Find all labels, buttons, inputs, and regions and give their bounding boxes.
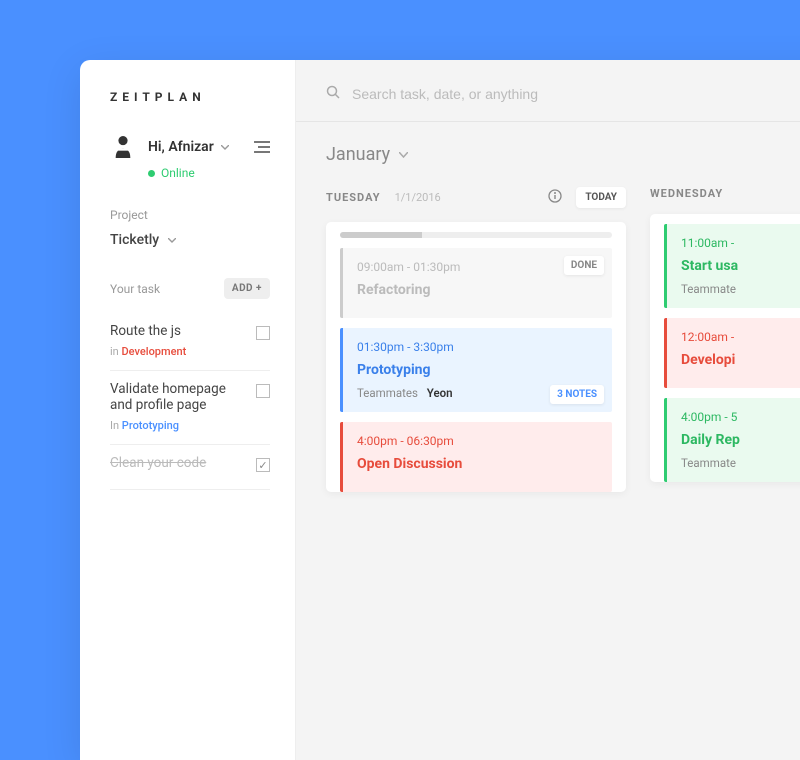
status-text: Online — [161, 166, 195, 180]
task-card[interactable]: 09:00am - 01:30pm Refactoring DONE — [340, 248, 612, 318]
task-meta: In Prototyping — [110, 419, 246, 432]
day-columns: TUESDAY 1/1/2016 TODAY 09:00am - 01:30pm Ref… — [326, 187, 800, 502]
card-title: Start usa — [681, 258, 800, 274]
card-title: Daily Rep — [681, 432, 800, 448]
tasks-label: Your task — [110, 282, 160, 296]
card-badge-notes[interactable]: 3 NOTES — [550, 385, 604, 404]
content: January TUESDAY 1/1/2016 TODAY 09:00am - 01… — [296, 122, 800, 502]
task-card[interactable]: 4:00pm - 06:30pm Open Discussion — [340, 422, 612, 492]
app-shell: ZEITPLAN Hi, Afnizar Online Project — [80, 60, 800, 760]
chevron-down-icon — [167, 235, 177, 245]
task-item[interactable]: Route the js in Development — [110, 313, 270, 371]
card-teammates: Teammate — [681, 282, 800, 296]
day-column: TUESDAY 1/1/2016 TODAY 09:00am - 01:30pm Ref… — [326, 187, 626, 502]
person-icon — [112, 134, 134, 160]
task-title: Route the js — [110, 323, 246, 339]
card-time: 01:30pm - 3:30pm — [357, 340, 598, 354]
task-meta: in Development — [110, 345, 246, 358]
task-card[interactable]: 12:00am - Developi — [664, 318, 800, 388]
day-name: TUESDAY — [326, 191, 381, 204]
search-icon — [326, 85, 340, 103]
task-card[interactable]: 01:30pm - 3:30pmPrototypingTeammates Yeo… — [340, 328, 612, 412]
month-selector[interactable]: January — [326, 144, 800, 165]
sidebar: ZEITPLAN Hi, Afnizar Online Project — [80, 60, 296, 760]
task-card[interactable]: 4:00pm - 5 Daily Rep Teammate — [664, 398, 800, 482]
cards-box: 09:00am - 01:30pm Refactoring DONE 01:30pm … — [326, 222, 626, 492]
task-card[interactable]: 11:00am - Start usa Teammate — [664, 224, 800, 308]
search-input[interactable] — [352, 86, 652, 102]
task-checkbox[interactable] — [256, 326, 270, 340]
card-time: 11:00am - — [681, 236, 800, 250]
avatar — [110, 134, 136, 160]
main-area: January TUESDAY 1/1/2016 TODAY 09:00am - 01… — [296, 60, 800, 760]
progress-bar — [340, 232, 612, 238]
task-checkbox[interactable]: ✓ — [256, 458, 270, 472]
task-list: Route the js in Development Validate homep… — [110, 313, 270, 490]
card-time: 09:00am - 01:30pm — [357, 260, 598, 274]
day-date: 1/1/2016 — [395, 191, 441, 204]
card-title: Open Discussion — [357, 456, 598, 472]
menu-icon[interactable] — [254, 137, 270, 158]
card-badge-done: DONE — [564, 256, 604, 275]
card-title: Developi — [681, 352, 800, 368]
task-title: Validate homepage and profile page — [110, 381, 246, 413]
user-greeting[interactable]: Hi, Afnizar — [148, 139, 214, 155]
card-time: 12:00am - — [681, 330, 800, 344]
day-head: WEDNESDAY — [650, 187, 800, 200]
project-name: Ticketly — [110, 232, 159, 248]
task-head: Your task ADD + — [110, 278, 270, 299]
user-status: Online — [148, 166, 270, 180]
info-icon[interactable] — [548, 189, 562, 207]
card-title: Refactoring — [357, 282, 598, 298]
task-item[interactable]: Validate homepage and profile page In Pro… — [110, 371, 270, 445]
month-label: January — [326, 144, 390, 165]
cards-box: 11:00am - Start usa Teammate 12:00am - Dev… — [650, 214, 800, 482]
user-row: Hi, Afnizar — [110, 134, 270, 160]
chevron-down-icon — [398, 150, 408, 160]
project-selector[interactable]: Ticketly — [110, 232, 270, 248]
project-label: Project — [110, 208, 270, 222]
search-bar — [296, 60, 800, 122]
task-checkbox[interactable] — [256, 384, 270, 398]
task-item[interactable]: Clean your code ✓ — [110, 445, 270, 490]
brand-logo: ZEITPLAN — [110, 90, 270, 104]
add-task-button[interactable]: ADD + — [224, 278, 270, 299]
card-teammates: Teammate — [681, 456, 800, 470]
chevron-down-icon[interactable] — [220, 142, 230, 152]
task-title: Clean your code — [110, 455, 246, 471]
online-dot-icon — [148, 170, 155, 177]
day-name: WEDNESDAY — [650, 187, 723, 200]
today-pill[interactable]: TODAY — [576, 187, 626, 208]
card-time: 4:00pm - 06:30pm — [357, 434, 598, 448]
card-time: 4:00pm - 5 — [681, 410, 800, 424]
card-title: Prototyping — [357, 362, 598, 378]
day-column: WEDNESDAY 11:00am - Start usa Teammate 12:0… — [650, 187, 800, 502]
day-head: TUESDAY 1/1/2016 TODAY — [326, 187, 626, 208]
